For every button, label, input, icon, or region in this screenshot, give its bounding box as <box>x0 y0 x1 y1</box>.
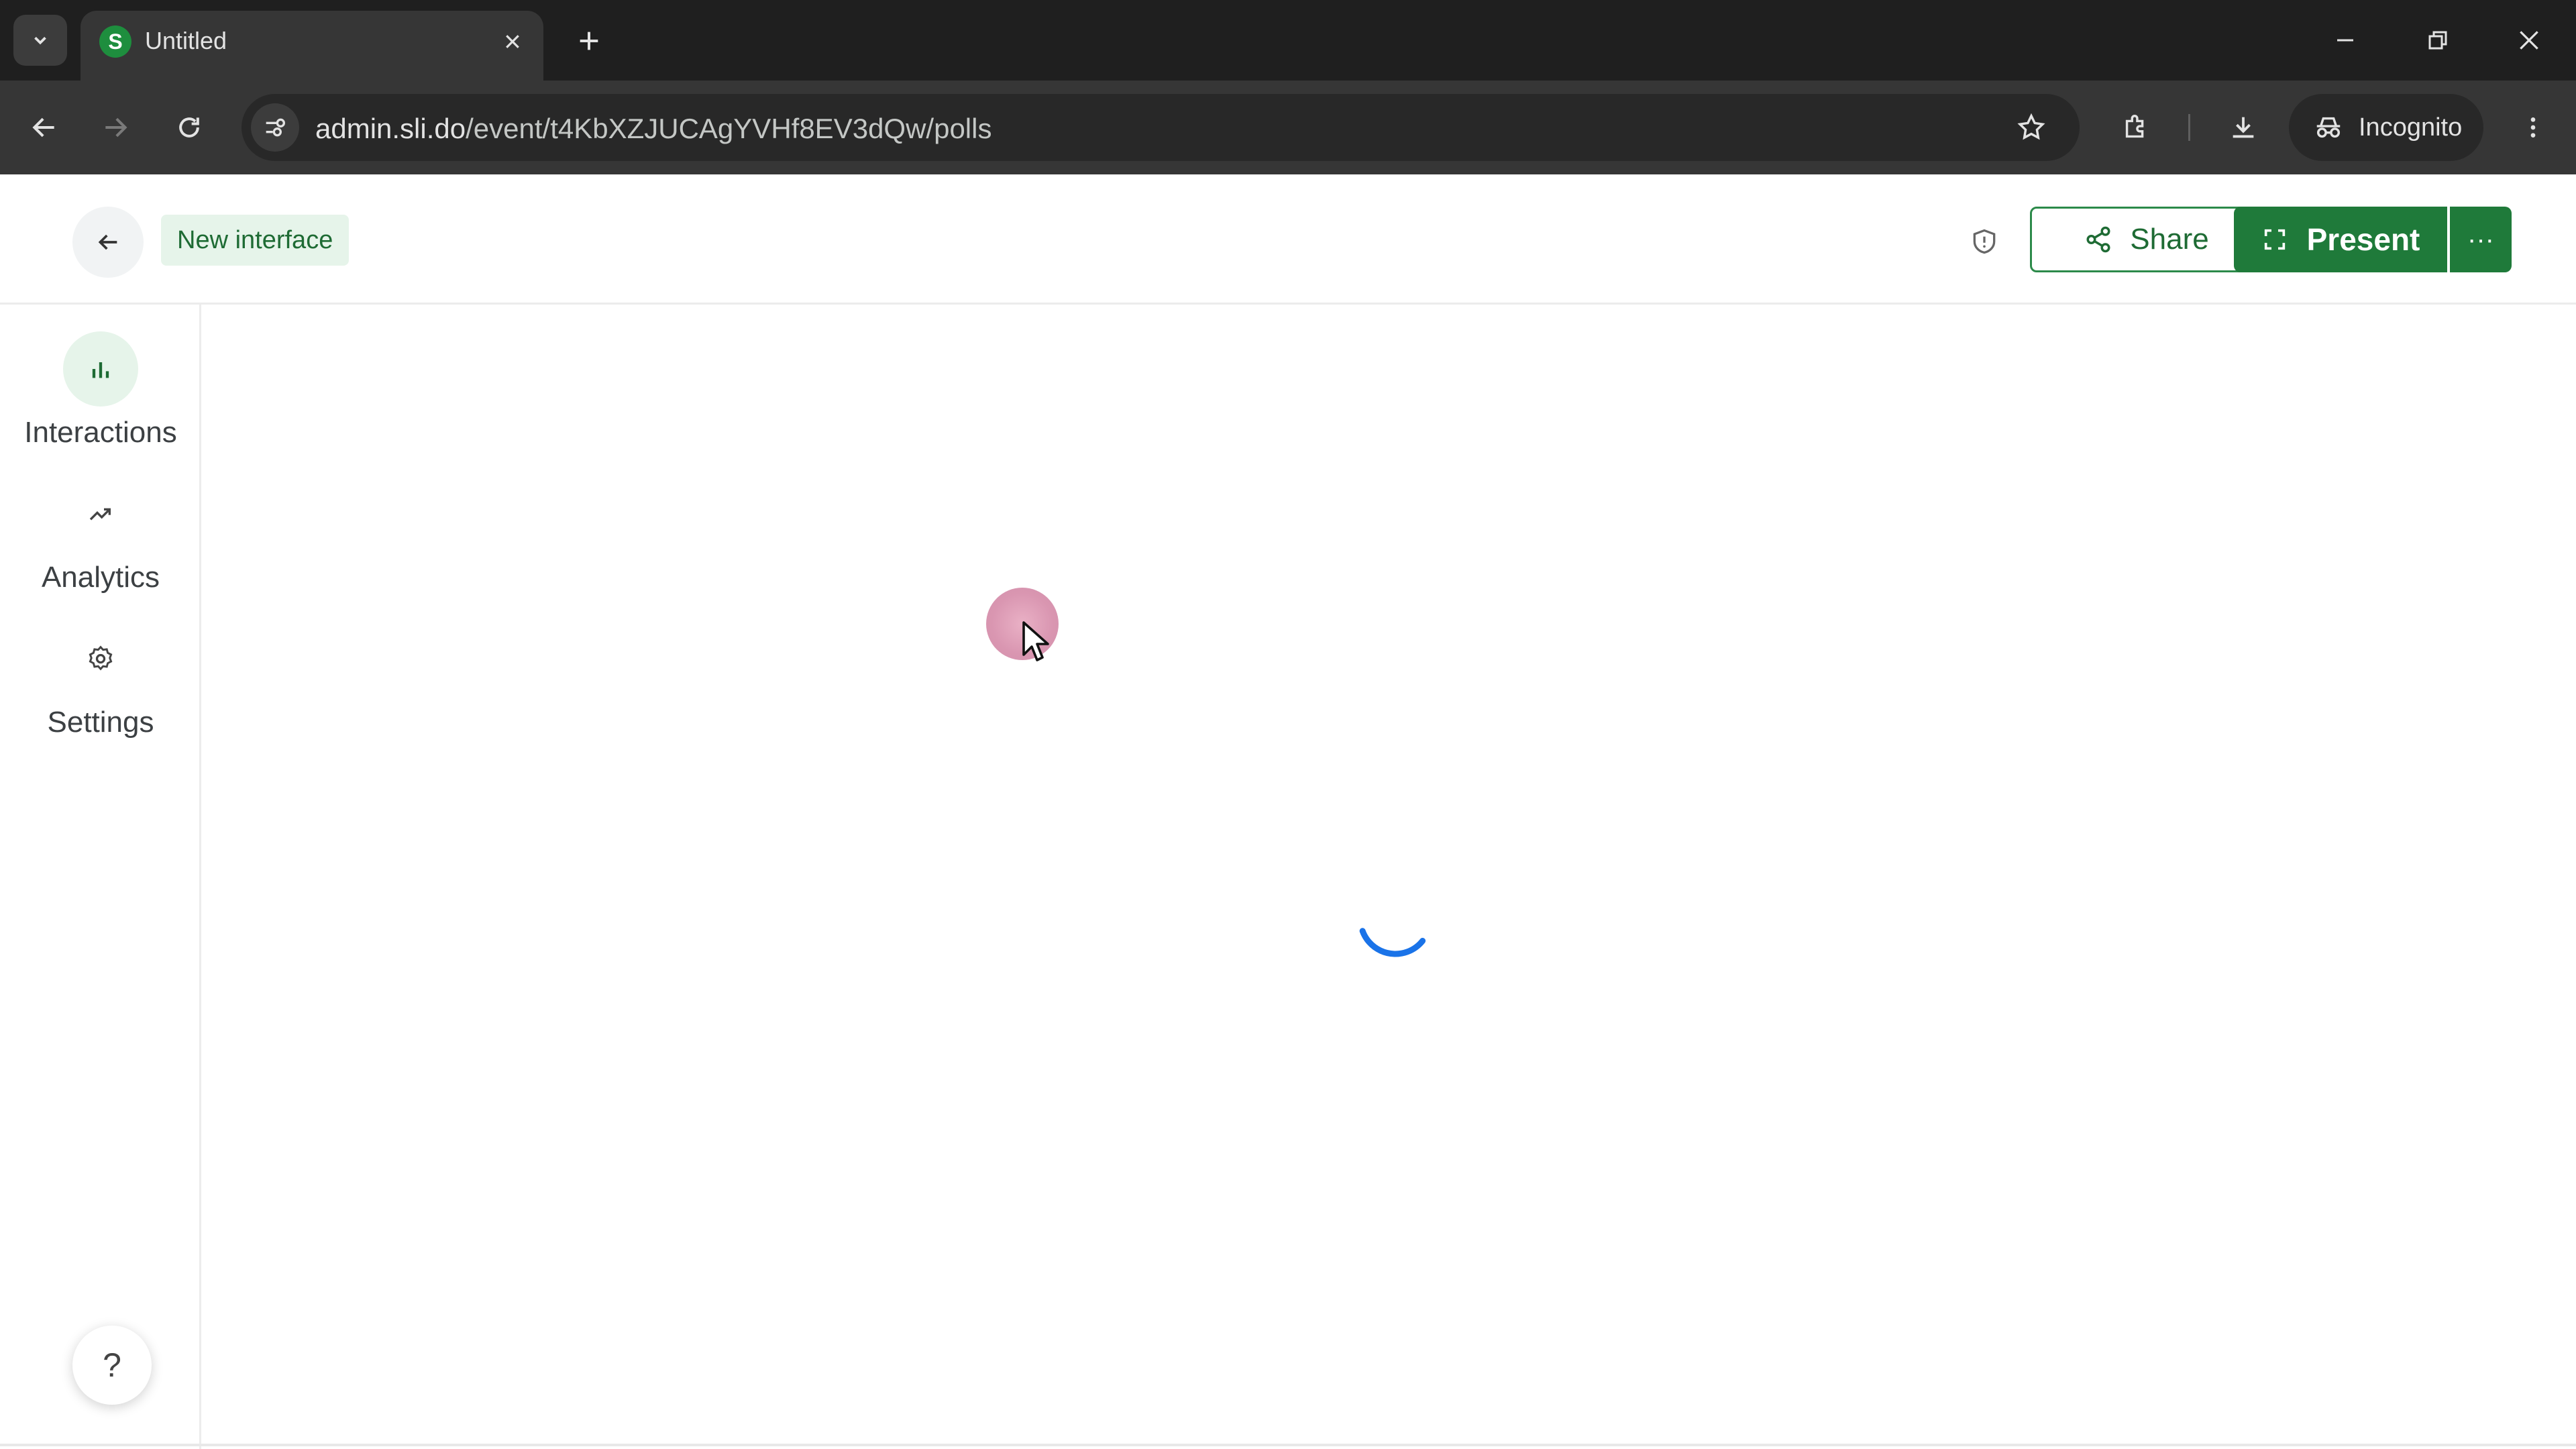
browser-tab-bar: S Untitled <box>0 0 2576 80</box>
new-tab-button[interactable] <box>567 19 611 63</box>
back-to-events-button[interactable] <box>72 207 144 278</box>
extensions-icon <box>2125 115 2144 138</box>
minimize-icon <box>2337 39 2353 42</box>
forward-arrow-icon <box>105 117 127 138</box>
mouse-pointer-icon <box>1022 621 1049 661</box>
share-icon <box>2086 226 2110 253</box>
sidebar-item-interactions[interactable]: Interactions <box>0 331 201 449</box>
present-label: Present <box>2306 222 2420 257</box>
star-icon <box>2017 113 2045 140</box>
browser-menu-button[interactable] <box>2509 103 2557 152</box>
incognito-label: Incognito <box>2359 113 2463 142</box>
address-bar[interactable]: admin.sli.do/event/t4KbXZJUCAgYVHf8EV3dQ… <box>241 94 2080 161</box>
present-more-button[interactable]: ··· <box>2450 207 2512 272</box>
chevron-down-icon <box>34 36 46 45</box>
app-header: New interface Share Present ··· <box>0 174 2576 305</box>
extensions-button[interactable] <box>2112 103 2160 152</box>
url-path: /event/t4KbXZJUCAgYVHf8EV3dQw/polls <box>466 113 992 144</box>
incognito-profile-button[interactable]: Incognito <box>2289 94 2483 161</box>
back-button[interactable] <box>20 103 68 152</box>
site-settings-icon <box>266 118 285 137</box>
new-interface-badge[interactable]: New interface <box>161 215 350 266</box>
sidebar-item-label: Interactions <box>24 416 177 449</box>
sidebar: Interactions Analytics Settings ? <box>0 305 201 1449</box>
page-bottom-border <box>0 1444 2576 1446</box>
window-close-button[interactable] <box>2502 15 2556 66</box>
forward-button[interactable] <box>91 103 140 152</box>
sidebar-item-label: Settings <box>47 706 154 739</box>
minimize-button[interactable] <box>2318 15 2372 66</box>
sidebar-item-analytics[interactable]: Analytics <box>0 476 201 594</box>
sidebar-item-settings[interactable]: Settings <box>0 621 201 739</box>
toolbar-divider <box>2188 114 2190 141</box>
plus-icon <box>580 32 598 50</box>
back-arrow-icon <box>32 117 54 138</box>
share-button[interactable]: Share <box>2030 207 2263 272</box>
more-horiz-icon: ··· <box>2467 224 2494 254</box>
shield-icon <box>1973 229 1996 254</box>
slido-favicon-icon: S <box>99 25 131 58</box>
gear-icon <box>63 621 138 696</box>
restore-button[interactable] <box>2411 15 2465 66</box>
window-close-icon <box>2520 31 2538 50</box>
privacy-button[interactable] <box>1966 223 2003 260</box>
reload-button[interactable] <box>165 103 213 152</box>
browser-toolbar: admin.sli.do/event/t4KbXZJUCAgYVHf8EV3dQ… <box>0 80 2576 174</box>
tab-search-button[interactable] <box>13 15 67 66</box>
url-text: admin.sli.do/event/t4KbXZJUCAgYVHf8EV3dQ… <box>315 113 991 145</box>
bookmark-button[interactable] <box>2010 106 2053 149</box>
loading-spinner <box>1359 904 1434 957</box>
downloads-button[interactable] <box>2219 103 2267 152</box>
fullscreen-icon <box>2264 229 2285 250</box>
url-host: admin.sli.do <box>315 113 466 144</box>
browser-tab[interactable]: S Untitled <box>80 11 543 80</box>
tab-close-button[interactable] <box>495 24 530 59</box>
present-button[interactable]: Present <box>2234 207 2447 272</box>
download-icon <box>2233 117 2254 138</box>
restore-icon <box>2428 31 2447 50</box>
close-icon <box>506 35 519 48</box>
site-info-button[interactable] <box>251 103 299 152</box>
share-label: Share <box>2130 223 2209 256</box>
sidebar-item-label: Analytics <box>41 561 160 594</box>
incognito-icon <box>2316 117 2341 138</box>
more-vert-icon <box>2530 117 2536 138</box>
tab-title: Untitled <box>145 27 227 54</box>
bar-chart-icon <box>63 331 138 407</box>
trend-icon <box>63 476 138 551</box>
help-button[interactable]: ? <box>72 1326 152 1405</box>
reload-icon <box>179 117 199 138</box>
arrow-left-icon <box>98 234 117 250</box>
